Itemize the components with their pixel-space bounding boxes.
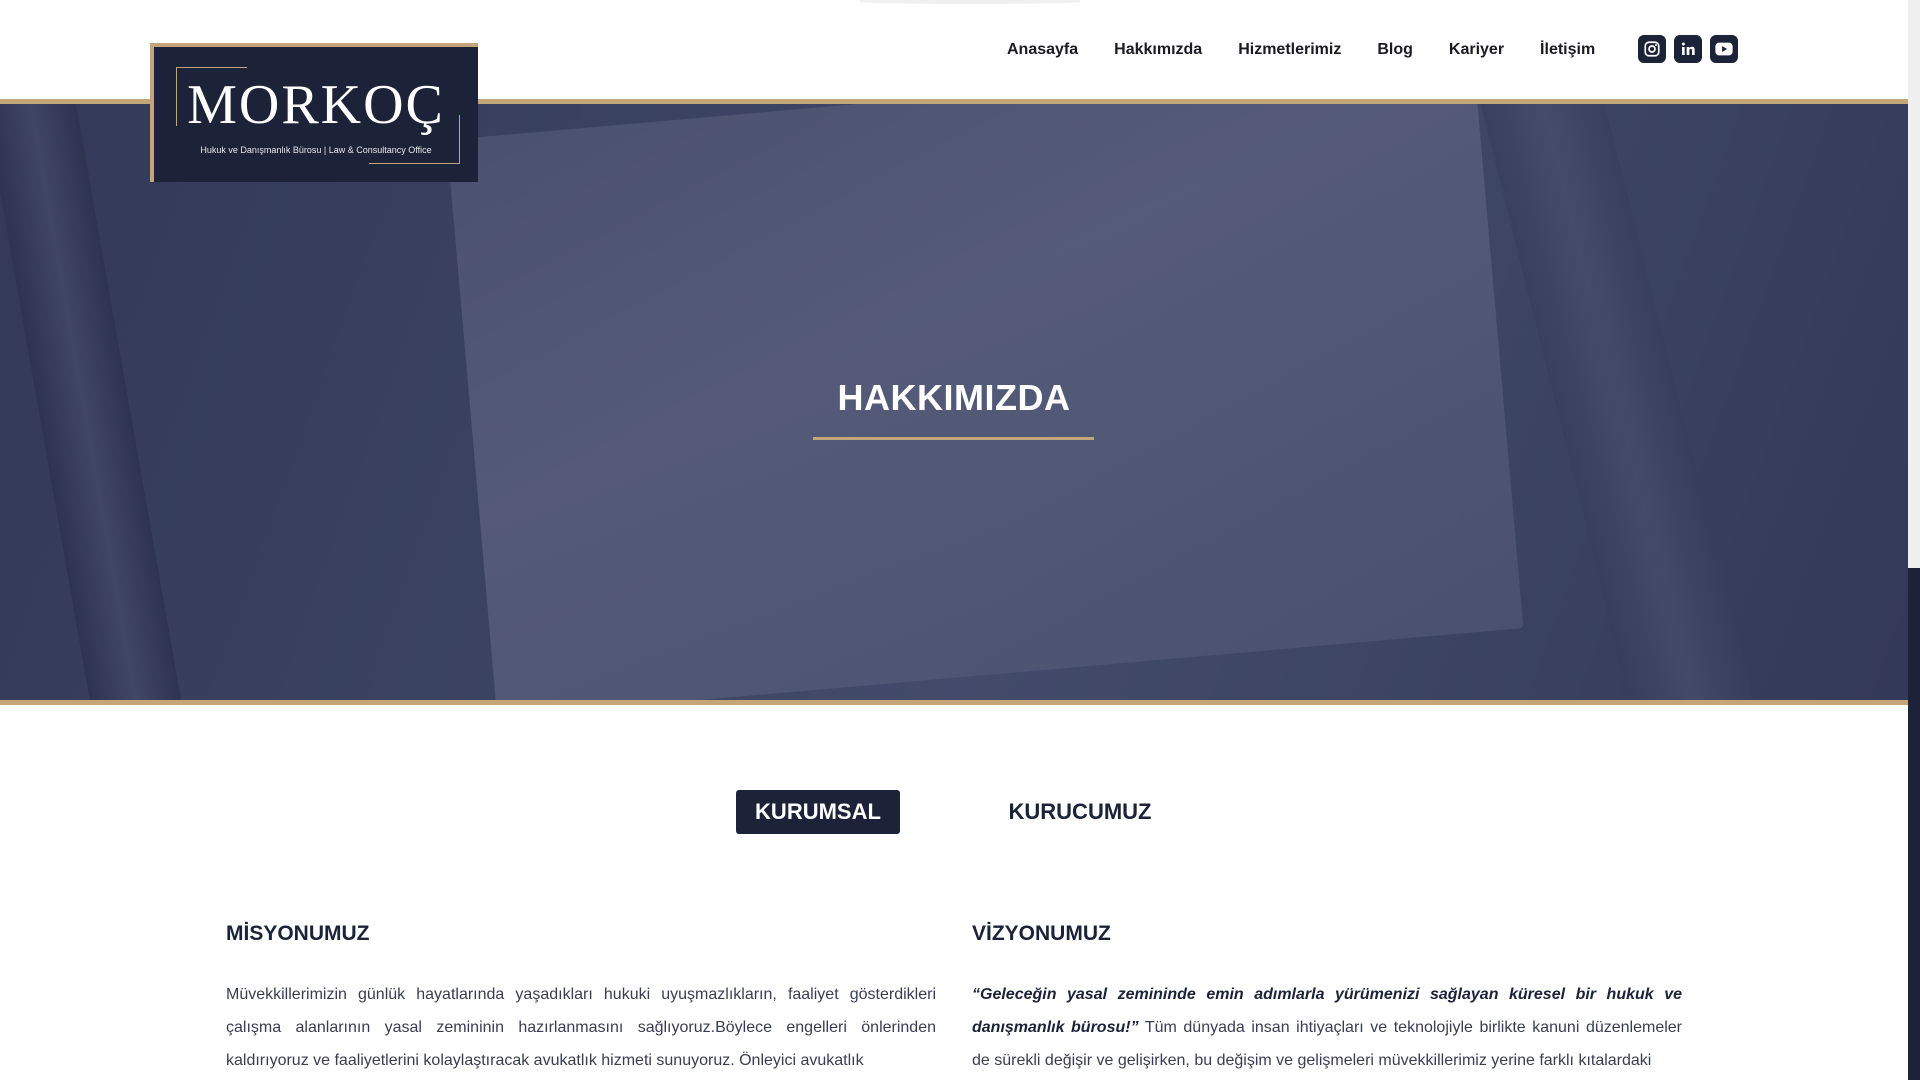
hero-banner: HAKKIMIZDA (0, 104, 1908, 700)
nav-item-anasayfa[interactable]: Anasayfa (1007, 41, 1078, 59)
page-title: HAKKIMIZDA (837, 377, 1071, 418)
instagram-icon[interactable] (1638, 35, 1666, 63)
vision-text-block: “Geleceğin yasal zemininde emin adımlarl… (972, 978, 1682, 1077)
youtube-icon[interactable] (1710, 35, 1738, 63)
tab-kurumsal[interactable]: KURUMSAL (736, 790, 900, 834)
nav-item-blog[interactable]: Blog (1377, 41, 1413, 59)
mission-section: MİSYONUMUZ Müvekkillerimizin günlük haya… (226, 922, 936, 1077)
title-underline (813, 437, 1094, 440)
mission-title: MİSYONUMUZ (226, 922, 370, 945)
main-nav: Anasayfa Hakkımızda Hizmetlerimiz Blog K… (1007, 38, 1631, 62)
page-scrollbar-thumb[interactable] (1908, 568, 1920, 1080)
nav-item-iletisim[interactable]: İletişim (1540, 41, 1595, 59)
vision-section: VİZYONUMUZ “Geleceğin yasal zemininde em… (972, 922, 1682, 1077)
top-shadow (860, 0, 1080, 4)
vision-title: VİZYONUMUZ (972, 922, 1111, 945)
nav-item-kariyer[interactable]: Kariyer (1449, 41, 1504, 59)
logo-name: MORKOÇ (187, 74, 445, 136)
linkedin-icon[interactable] (1674, 35, 1702, 63)
mission-text: Müvekkillerimizin günlük hayatlarında ya… (226, 986, 936, 1069)
social-links (1638, 35, 1738, 63)
site-logo[interactable]: MORKOÇ Hukuk ve Danışmanlık Bürosu | Law… (150, 43, 478, 182)
tab-kurucumuz[interactable]: KURUCUMUZ (990, 790, 1170, 834)
nav-item-hizmetlerimiz[interactable]: Hizmetlerimiz (1238, 41, 1341, 59)
logo-subtitle: Hukuk ve Danışmanlık Bürosu | Law & Cons… (200, 145, 432, 155)
hero-gold-line (0, 700, 1908, 705)
nav-item-hakkimizda[interactable]: Hakkımızda (1114, 41, 1202, 59)
